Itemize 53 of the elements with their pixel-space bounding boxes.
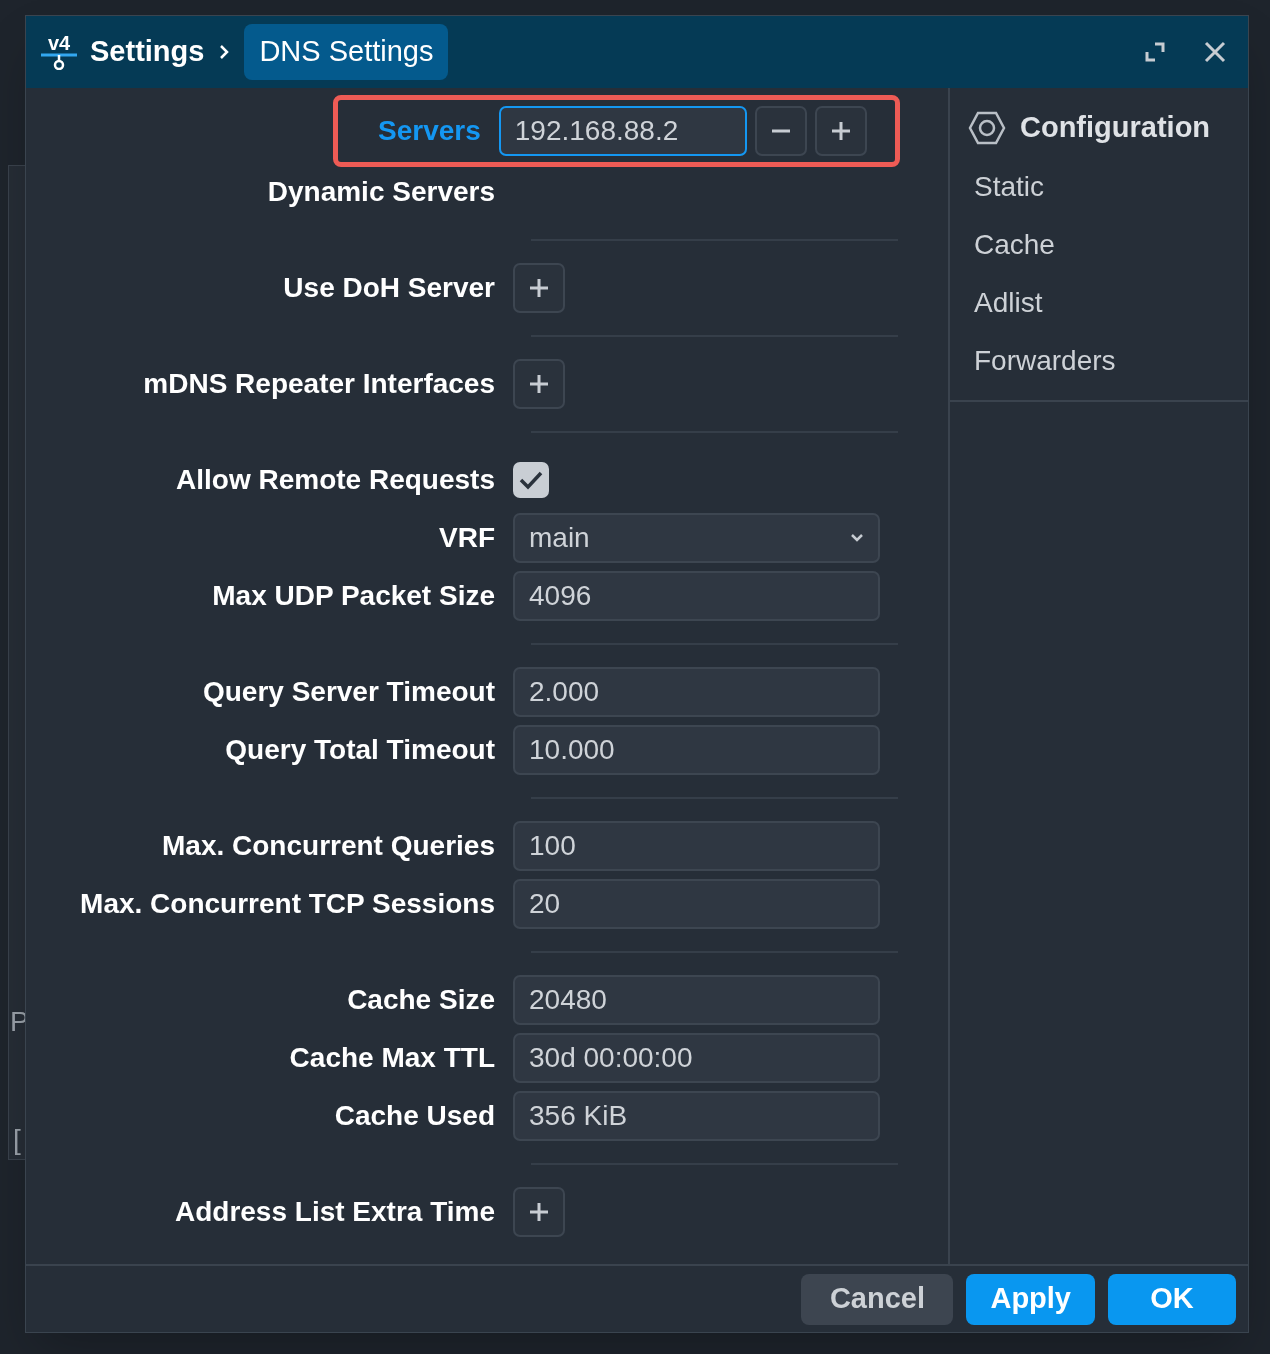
logo-text: v4 <box>47 34 71 52</box>
field-label: mDNS Repeater Interfaces <box>142 367 496 401</box>
field-label: Query Total Timeout <box>224 733 496 767</box>
text-input[interactable]: 30d 00:00:00 <box>513 1033 880 1083</box>
dialog-button[interactable]: Cancel <box>801 1273 954 1325</box>
text-input[interactable]: 20480 <box>513 975 880 1025</box>
sidebar-item[interactable]: Static <box>950 157 1248 216</box>
breadcrumb-item[interactable]: DNS Settings <box>244 24 449 80</box>
logo-stem-icon <box>40 52 78 70</box>
field-label: Max. Concurrent Queries <box>161 829 496 863</box>
minus-icon <box>770 129 791 133</box>
breadcrumb-item[interactable]: Settings <box>90 30 205 74</box>
field-label: Servers <box>378 114 482 148</box>
text-input[interactable]: 192.168.88.2 <box>498 106 747 156</box>
sidebar-heading: Configuration <box>1020 110 1211 145</box>
remove-button[interactable] <box>754 106 807 156</box>
text-input[interactable]: 100 <box>513 821 880 871</box>
add-button[interactable] <box>814 106 867 156</box>
maximize-icon[interactable] <box>1144 41 1166 63</box>
sidebar-item[interactable]: Forwarders <box>950 331 1248 390</box>
field-label: Max UDP Packet Size <box>211 579 496 613</box>
hexagon-icon <box>968 110 1006 145</box>
text-input[interactable]: 20 <box>513 879 880 929</box>
plus-icon <box>528 373 550 395</box>
field-label: Address List Extra Time <box>173 1195 496 1229</box>
sidebar-item[interactable]: Adlist <box>950 273 1248 332</box>
field-label: VRF <box>438 521 496 555</box>
plus-icon <box>829 120 852 142</box>
text-input[interactable]: 356 KiB <box>513 1091 880 1141</box>
sidebar-item[interactable]: Cache <box>950 215 1248 274</box>
plus-icon <box>528 277 550 299</box>
add-button[interactable] <box>513 1187 565 1237</box>
field-label: Allow Remote Requests <box>175 463 496 497</box>
close-icon[interactable] <box>1204 41 1226 63</box>
field-label: Max. Concurrent TCP Sessions <box>79 887 496 921</box>
dropdown[interactable]: main <box>513 513 880 563</box>
add-button[interactable] <box>513 263 565 313</box>
field-label: Cache Max TTL <box>288 1041 496 1075</box>
field-label: Cache Used <box>333 1099 496 1133</box>
text-input[interactable]: 10.000 <box>513 725 880 775</box>
chevron-down-icon <box>850 533 864 543</box>
add-button[interactable] <box>513 359 565 409</box>
text-input[interactable]: 4096 <box>513 571 880 621</box>
text-input[interactable]: 2.000 <box>513 667 880 717</box>
field-label: Dynamic Servers <box>266 175 496 209</box>
checkbox[interactable] <box>513 462 549 498</box>
field-label: Cache Size <box>346 983 496 1017</box>
checkmark-icon <box>518 469 544 491</box>
plus-icon <box>528 1201 550 1223</box>
field-label: Query Server Timeout <box>201 675 496 709</box>
background-text: [ <box>13 1123 21 1157</box>
chevron-right-icon <box>218 43 231 61</box>
field-label: Use DoH Server <box>282 271 496 305</box>
